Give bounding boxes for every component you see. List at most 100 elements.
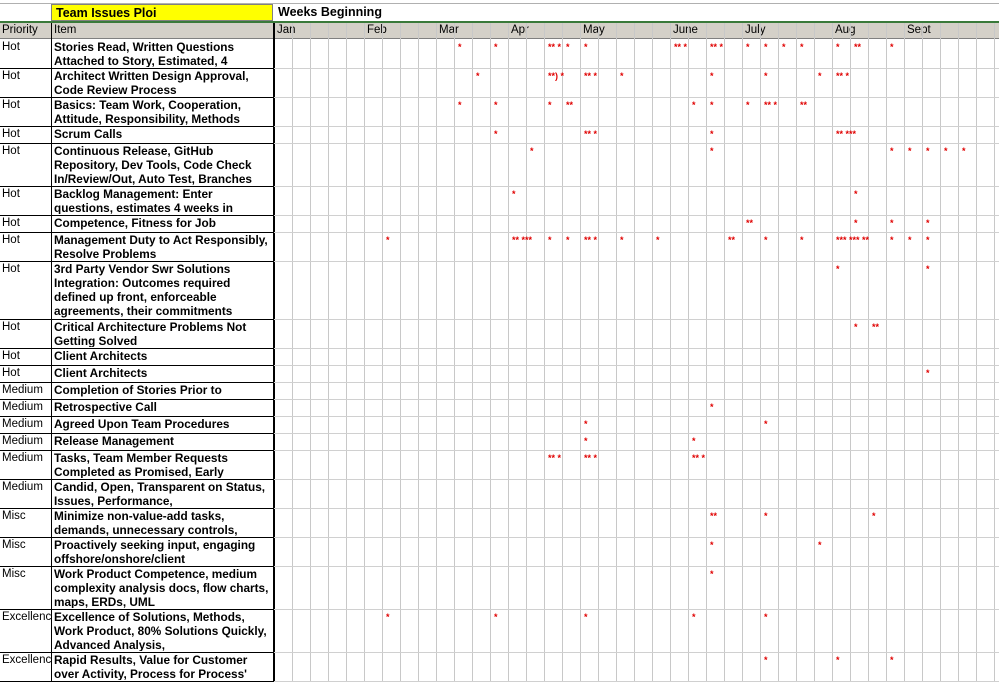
priority-cell[interactable]: Medium [0,451,51,479]
priority-header[interactable]: Priority [0,23,51,38]
week-mark[interactable]: * [710,402,714,412]
week-mark[interactable]: * [512,189,516,199]
week-mark[interactable]: * [854,322,858,332]
week-mark[interactable]: ** * [584,453,597,463]
week-mark[interactable]: * [764,419,768,429]
week-mark[interactable]: **) * [548,71,564,81]
priority-cell[interactable]: Hot [0,144,51,186]
priority-cell[interactable]: Hot [0,40,51,68]
week-mark[interactable]: ** * [710,42,723,52]
week-mark[interactable]: * [764,42,768,52]
week-mark[interactable]: * [746,42,750,52]
week-mark[interactable]: * [926,264,930,274]
item-cell[interactable]: Rapid Results, Value for Customer over A… [52,653,272,680]
priority-cell[interactable]: Hot [0,216,51,232]
week-mark[interactable]: * [494,42,498,52]
priority-cell[interactable]: Hot [0,187,51,215]
week-mark[interactable]: ** * [548,453,561,463]
week-mark[interactable]: * [692,436,696,446]
week-mark[interactable]: ** [710,511,717,521]
month-header-feb[interactable]: Feb [364,23,387,38]
item-cell[interactable]: Candid, Open, Transparent on Status, Iss… [52,480,272,507]
week-mark[interactable]: * [458,42,462,52]
week-mark[interactable]: * [908,235,912,245]
week-mark[interactable]: * [836,655,840,665]
item-cell[interactable]: Proactively seeking input, engaging offs… [52,538,272,565]
week-mark[interactable]: * [800,235,804,245]
priority-cell[interactable]: Hot [0,127,51,143]
week-mark[interactable]: ** * [674,42,687,52]
week-mark[interactable]: * [890,235,894,245]
priority-cell[interactable]: Hot [0,233,51,261]
priority-cell[interactable]: Hot [0,262,51,319]
week-mark[interactable]: *** *** ** [836,235,869,245]
item-cell[interactable]: Management Duty to Act Responsibly, Reso… [52,233,272,260]
priority-cell[interactable]: Hot [0,320,51,348]
item-cell[interactable]: Scrum Calls [52,127,272,142]
item-cell[interactable]: Stories Read, Written Questions Attached… [52,40,272,67]
week-mark[interactable]: ** * [584,129,597,139]
month-header-july[interactable]: July [742,23,765,38]
week-mark[interactable]: * [926,218,930,228]
week-mark[interactable]: * [854,189,858,199]
week-mark[interactable]: * [710,71,714,81]
week-mark[interactable]: * [746,100,750,110]
week-mark[interactable]: * [386,235,390,245]
week-mark[interactable]: * [692,100,696,110]
week-mark[interactable]: * [566,235,570,245]
week-mark[interactable]: * [710,540,714,550]
week-mark[interactable]: * [710,146,714,156]
week-mark[interactable]: ** *** [836,129,856,139]
priority-cell[interactable]: Medium [0,400,51,416]
month-header-june[interactable]: June [670,23,698,38]
week-mark[interactable]: ** [800,100,807,110]
week-mark[interactable]: ** [728,235,735,245]
priority-cell[interactable]: Misc [0,567,51,609]
priority-cell[interactable]: Excellence [0,653,51,681]
week-mark[interactable]: * [476,71,480,81]
month-header-mar[interactable]: Mar [436,23,459,38]
week-mark[interactable]: * [908,146,912,156]
week-mark[interactable]: * [386,612,390,622]
item-cell[interactable]: Completion of Stories Prior to [52,383,272,398]
priority-cell[interactable]: Hot [0,366,51,382]
week-mark[interactable]: * [782,42,786,52]
week-mark[interactable]: * [818,71,822,81]
week-mark[interactable]: * [944,146,948,156]
month-header-aug[interactable]: Aug [832,23,855,38]
week-mark[interactable]: * [494,100,498,110]
week-mark[interactable]: ** * [692,453,705,463]
item-cell[interactable]: Competence, Fitness for Job [52,216,272,231]
priority-cell[interactable]: Misc [0,538,51,566]
item-cell[interactable]: Agreed Upon Team Procedures [52,417,272,432]
item-cell[interactable]: Architect Written Design Approval, Code … [52,69,272,96]
item-cell[interactable]: Critical Architecture Problems Not Getti… [52,320,272,347]
week-mark[interactable]: * [890,146,894,156]
week-mark[interactable]: * [710,569,714,579]
priority-cell[interactable]: Medium [0,480,51,508]
week-mark[interactable]: ** [872,322,879,332]
priority-cell[interactable]: Medium [0,417,51,433]
priority-cell[interactable]: Hot [0,98,51,126]
week-mark[interactable]: * [710,129,714,139]
item-cell[interactable]: Client Architects [52,366,272,381]
week-mark[interactable]: * [584,42,588,52]
week-mark[interactable]: * [764,511,768,521]
week-mark[interactable]: * [494,129,498,139]
week-mark[interactable]: * [764,71,768,81]
week-mark[interactable]: ** * [584,235,597,245]
week-mark[interactable]: ** * [548,42,561,52]
week-mark[interactable]: * [764,655,768,665]
week-mark[interactable]: * [530,146,534,156]
week-mark[interactable]: * [890,218,894,228]
week-mark[interactable]: * [890,42,894,52]
week-mark[interactable]: * [620,235,624,245]
week-mark[interactable]: * [926,146,930,156]
item-header[interactable]: Item [52,23,272,38]
item-cell[interactable]: 3rd Party Vendor Swr Solutions Integrati… [52,262,272,318]
week-mark[interactable]: * [566,42,570,52]
priority-cell[interactable]: Medium [0,434,51,450]
week-mark[interactable]: ** [746,218,753,228]
week-mark[interactable]: * [458,100,462,110]
week-mark[interactable]: * [584,419,588,429]
